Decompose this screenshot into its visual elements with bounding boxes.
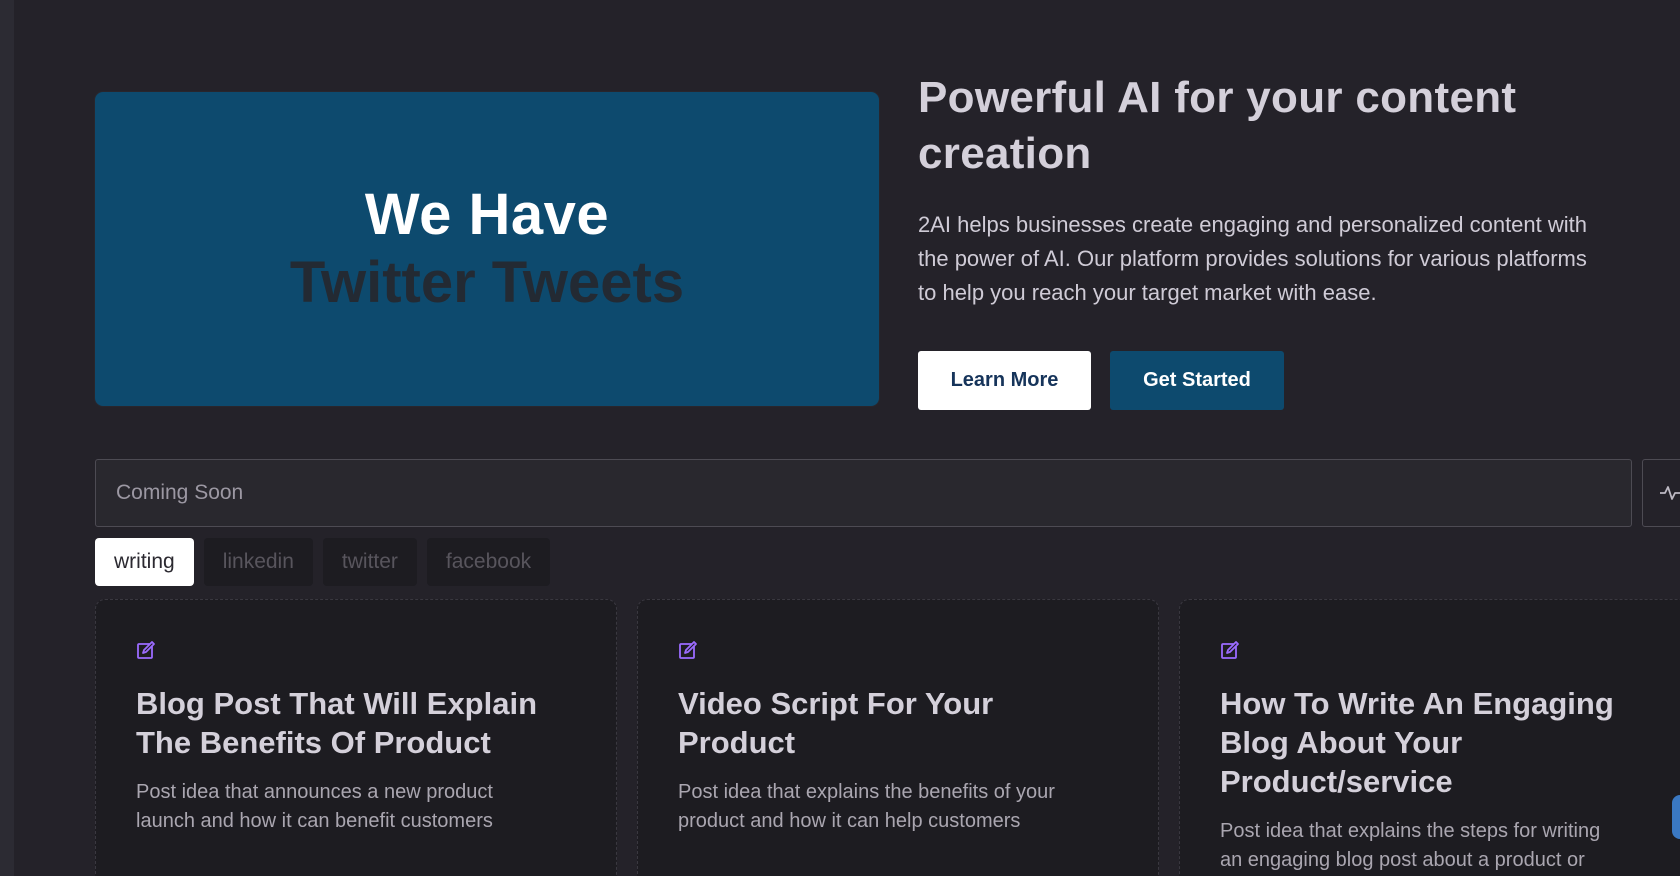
card-description-line: product and how it can help customers bbox=[678, 810, 1021, 832]
banner-subheadline: Twitter Tweets bbox=[289, 250, 685, 315]
card-description-line: an engaging blog post about a product or bbox=[1220, 849, 1585, 871]
hero-description-line: 2AI helps businesses create engaging and… bbox=[918, 212, 1588, 237]
template-card[interactable]: Blog Post That Will Explain The Benefits… bbox=[95, 599, 617, 876]
hero-description-line: to help you reach your target market wit… bbox=[918, 280, 1377, 305]
category-tabs: writing linkedin twitter facebook bbox=[95, 538, 551, 586]
hero-description-line: the power of AI. Our platform provides s… bbox=[918, 246, 1587, 271]
card-title: Video Script For Your Product bbox=[678, 686, 994, 760]
card-description: Post idea that announces a new product l… bbox=[136, 778, 576, 836]
template-card[interactable]: How To Write An Engaging Blog About Your… bbox=[1179, 599, 1680, 876]
page: We Have Twitter Tweets Powerful AI for y… bbox=[0, 0, 1680, 876]
learn-more-button[interactable]: Learn More bbox=[918, 351, 1091, 410]
get-started-button[interactable]: Get Started bbox=[1110, 351, 1284, 410]
chat-widget-button[interactable] bbox=[1672, 795, 1680, 839]
banner-headline: We Have bbox=[364, 182, 610, 247]
search-action-button[interactable] bbox=[1642, 459, 1680, 527]
pulse-icon bbox=[1660, 486, 1680, 500]
edit-icon bbox=[137, 641, 155, 659]
card-description-line: launch and how it can benefit customers bbox=[136, 810, 493, 832]
search-input[interactable] bbox=[95, 459, 1632, 527]
card-description-line: Post idea that explains the benefits of … bbox=[678, 781, 1055, 803]
hero-title: Powerful AI for your content creation bbox=[918, 73, 1517, 178]
tab-twitter[interactable]: twitter bbox=[322, 538, 417, 586]
edit-icon bbox=[1221, 641, 1239, 659]
card-description: Post idea that explains the steps for wr… bbox=[1220, 817, 1658, 875]
hero-banner: We Have Twitter Tweets bbox=[95, 92, 879, 406]
edit-icon bbox=[679, 641, 697, 659]
card-title: How To Write An Engaging Blog About Your… bbox=[1220, 686, 1614, 799]
card-description: Post idea that explains the benefits of … bbox=[678, 778, 1118, 836]
card-description-line: Post idea that announces a new product bbox=[136, 781, 493, 803]
card-title: Blog Post That Will Explain The Benefits… bbox=[136, 686, 538, 760]
tab-facebook[interactable]: facebook bbox=[426, 538, 551, 586]
tab-linkedin[interactable]: linkedin bbox=[203, 538, 313, 586]
tab-writing[interactable]: writing bbox=[95, 538, 194, 586]
left-edge bbox=[0, 0, 14, 876]
template-card[interactable]: Video Script For Your Product Post idea … bbox=[637, 599, 1159, 876]
hero-description: 2AI helps businesses create engaging and… bbox=[918, 208, 1678, 310]
card-description-line: Post idea that explains the steps for wr… bbox=[1220, 820, 1601, 842]
